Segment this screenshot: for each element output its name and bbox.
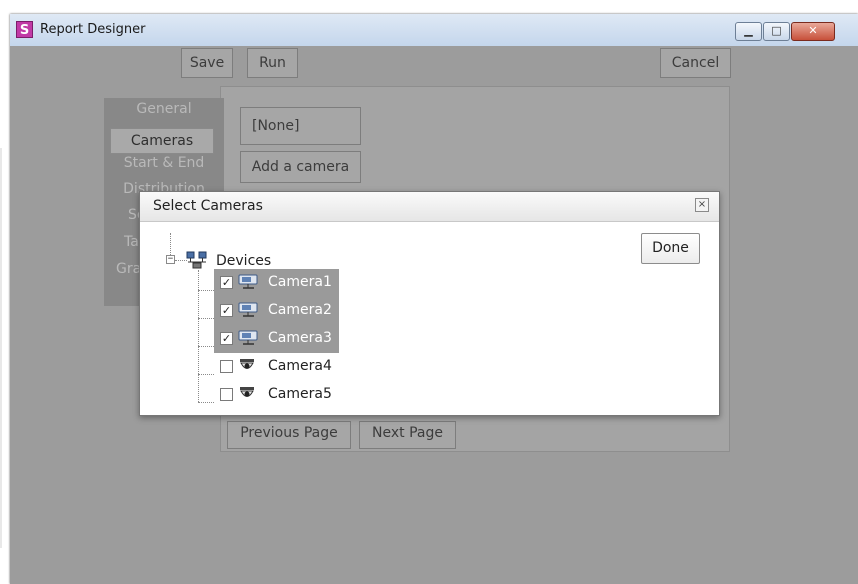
collapse-icon[interactable]: − (166, 255, 175, 264)
camera-box-icon (238, 274, 260, 294)
save-button[interactable]: Save (181, 48, 233, 78)
camera-checkbox[interactable]: ✓ (220, 332, 233, 345)
camera-label: Camera4 (268, 358, 332, 374)
dialog-title-bar: Select Cameras × (140, 192, 719, 222)
camera-checkbox[interactable] (220, 360, 233, 373)
camera-row[interactable]: ✓ Camera2 (214, 297, 339, 325)
tree-line (198, 290, 214, 291)
app-logo-icon: S (16, 21, 33, 38)
dialog-close-icon[interactable]: × (695, 198, 709, 212)
close-window-button[interactable]: ✕ (791, 22, 835, 41)
devices-network-icon (186, 251, 207, 269)
nav-item-general[interactable]: General (104, 101, 224, 127)
window-title: Report Designer (40, 22, 146, 37)
add-camera-button[interactable]: Add a camera (240, 151, 361, 183)
camera-label: Camera2 (268, 302, 332, 318)
maximize-button[interactable]: □ (763, 22, 790, 41)
dome-camera-icon (238, 358, 256, 378)
camera-label: Camera5 (268, 386, 332, 402)
camera-label: Camera3 (268, 330, 332, 346)
previous-page-button[interactable]: Previous Page (227, 421, 351, 449)
dialog-title: Select Cameras (153, 198, 263, 214)
select-cameras-dialog: Select Cameras × − Devices Done ✓ Camera1… (139, 191, 720, 416)
dome-camera-icon (238, 386, 256, 406)
camera-checkbox[interactable]: ✓ (220, 304, 233, 317)
cancel-button[interactable]: Cancel (660, 48, 731, 78)
nav-item-start-end[interactable]: Start & End (104, 155, 224, 181)
camera-checkbox[interactable] (220, 388, 233, 401)
minimize-button[interactable]: ▁ (735, 22, 762, 41)
title-bar: S Report Designer ▁ □ ✕ (10, 14, 858, 47)
camera-label: Camera1 (268, 274, 332, 290)
camera-row[interactable]: ✓ Camera1 (214, 269, 339, 297)
done-button[interactable]: Done (641, 233, 700, 264)
camera-box-icon (238, 330, 260, 350)
next-page-button[interactable]: Next Page (359, 421, 456, 449)
run-button[interactable]: Run (247, 48, 298, 78)
tree-line (198, 318, 214, 319)
nav-item-cameras[interactable]: Cameras (110, 128, 214, 154)
camera-checkbox[interactable]: ✓ (220, 276, 233, 289)
tree-line (198, 374, 214, 375)
selected-cameras-field[interactable]: [None] (240, 107, 361, 145)
tree-line (198, 402, 214, 403)
devices-node-label[interactable]: Devices (216, 253, 271, 269)
tree-line (198, 346, 214, 347)
background-strip (0, 148, 2, 548)
tree-line (170, 233, 171, 255)
camera-row[interactable]: ✓ Camera3 (214, 325, 339, 353)
camera-box-icon (238, 302, 260, 322)
